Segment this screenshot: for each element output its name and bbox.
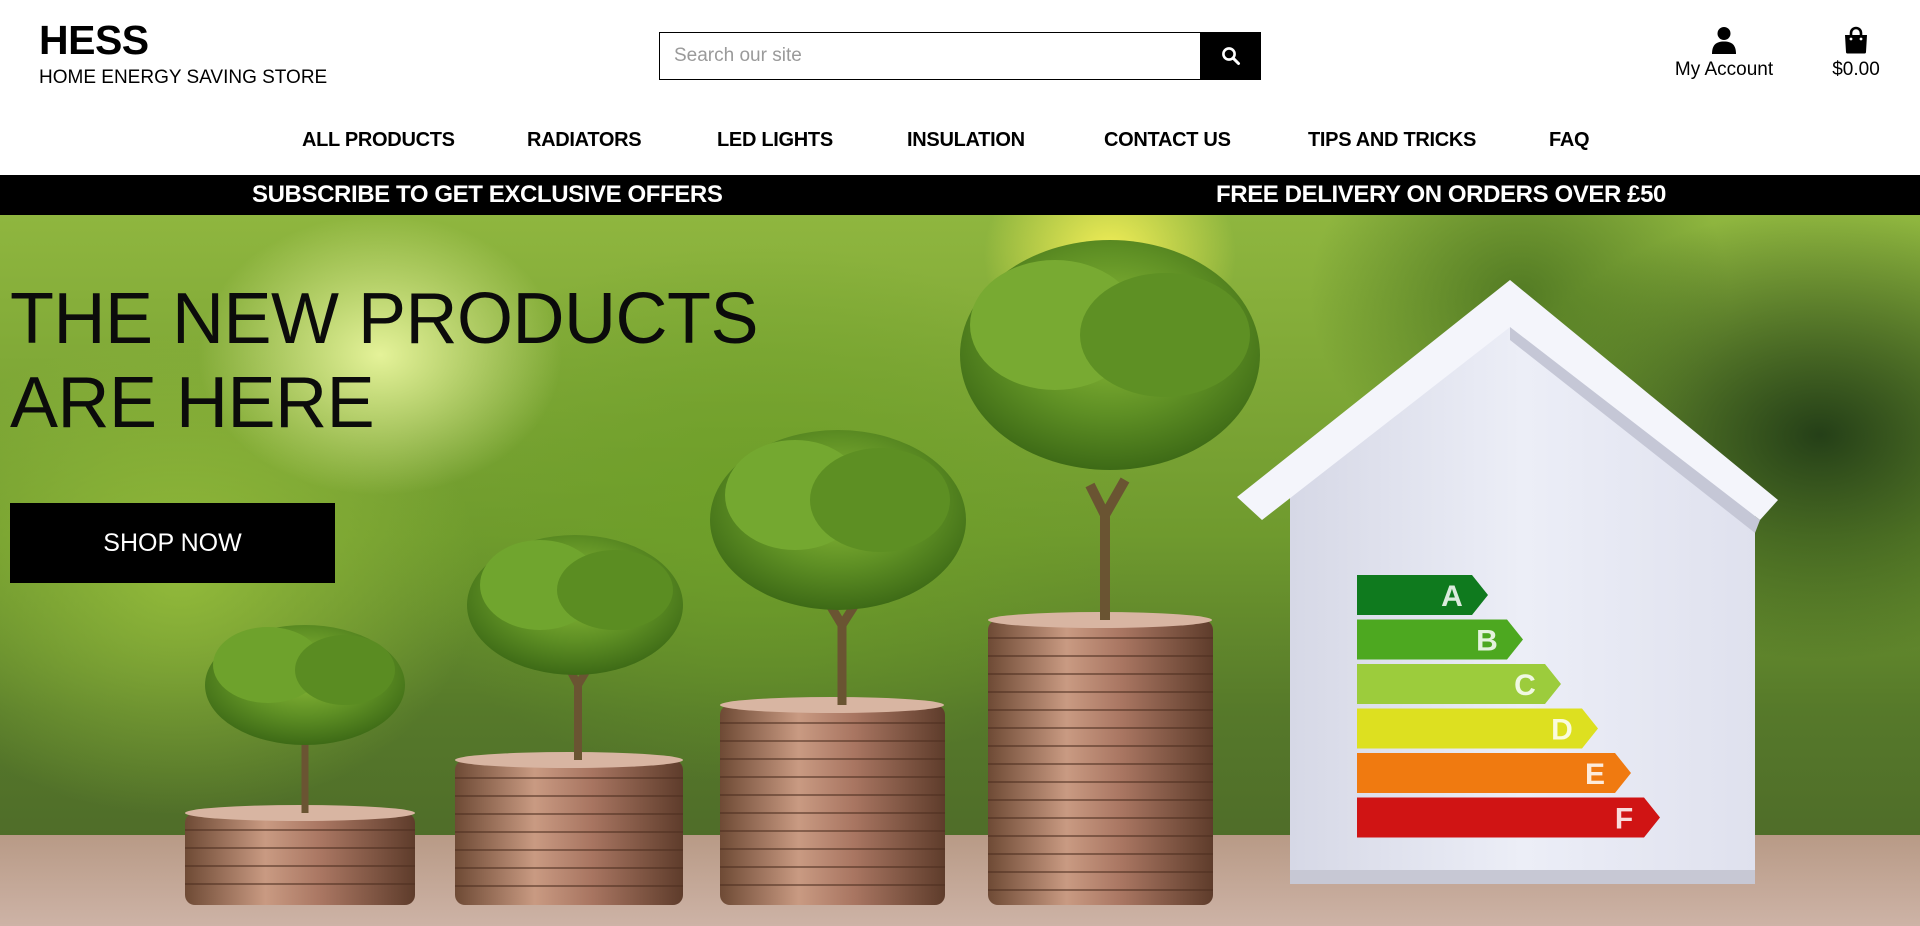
cart-total: $0.00 [1832,59,1880,80]
nav-item-radiators[interactable]: RADIATORS [527,122,642,158]
search-form [659,32,1261,80]
search-input[interactable] [659,32,1200,80]
nav-item-insulation[interactable]: INSULATION [907,122,1025,158]
nav-item-all-products[interactable]: ALL PRODUCTS [302,122,455,158]
energy-house [1237,280,1778,884]
energy-bar-label-d: D [1551,714,1573,747]
hero-title: THE NEW PRODUCTS ARE HERE [10,279,759,443]
brand-title[interactable]: HESS [39,16,327,64]
user-icon [1712,27,1736,54]
energy-bar-a [1357,575,1488,615]
my-account-label: My Account [1674,59,1774,80]
search-button[interactable] [1200,32,1261,80]
search-icon [1221,47,1240,65]
nav-item-faq[interactable]: FAQ [1549,122,1590,158]
shop-now-button[interactable]: SHOP NOW [10,503,335,583]
energy-bar-label-c: C [1514,669,1536,702]
energy-bar-label-f: F [1615,803,1633,836]
site-header: HESS HOME ENERGY SAVING STORE My Account [0,0,1920,175]
nav-item-led-lights[interactable]: LED LIGHTS [717,122,833,158]
brand-subtitle: HOME ENERGY SAVING STORE [39,67,328,88]
promo-free-delivery: FREE DELIVERY ON ORDERS OVER £50 [1216,181,1666,208]
my-account-link[interactable]: My Account [1665,24,1783,82]
energy-bar-label-a: A [1441,580,1463,613]
energy-bar-b [1357,619,1523,660]
nav-item-contact-us[interactable]: CONTACT US [1104,122,1231,158]
hero-banner: ABCDEF THE NEW PRODUCTS ARE HERE SHOP NO… [0,215,1920,926]
main-nav: ALL PRODUCTS RADIATORS LED LIGHTS INSULA… [0,122,1920,158]
nav-item-tips-and-tricks[interactable]: TIPS AND TRICKS [1308,122,1476,158]
cart-link[interactable]: $0.00 [1818,24,1894,82]
energy-bar-label-b: B [1476,625,1498,658]
site-logo[interactable]: HESS HOME ENERGY SAVING STORE [39,16,327,90]
promo-bar: SUBSCRIBE TO GET EXCLUSIVE OFFERS FREE D… [0,175,1920,215]
promo-subscribe[interactable]: SUBSCRIBE TO GET EXCLUSIVE OFFERS [252,175,723,215]
shopping-bag-icon [1845,26,1867,54]
energy-bar-label-e: E [1585,758,1605,791]
